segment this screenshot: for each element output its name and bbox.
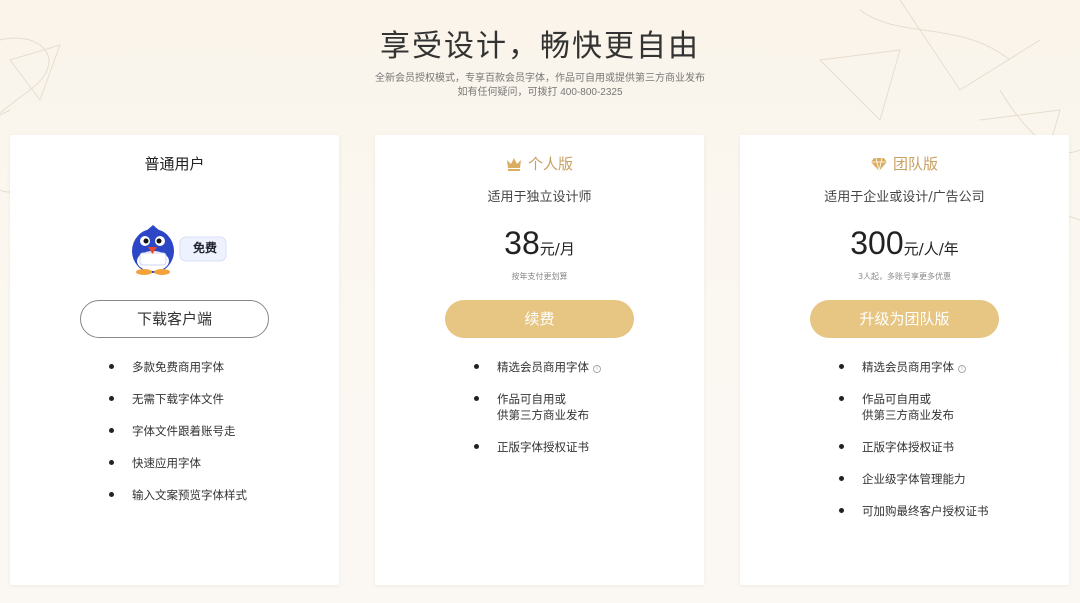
list-item: 精选会员商用字体 i <box>472 359 694 375</box>
plan-price: 38元/月 <box>375 225 704 262</box>
plan-title: 个人版 <box>375 154 704 174</box>
price-amount: 38 <box>504 225 540 261</box>
list-item: 可加购最终客户授权证书 <box>837 503 1059 519</box>
list-item: 企业级字体管理能力 <box>837 471 1059 487</box>
hero-subtitle-1: 全新会员授权模式，专享百款会员字体，作品可自用或提供第三方商业发布 <box>375 73 705 84</box>
list-item: 作品可自用或 供第三方商业发布 <box>837 391 1059 423</box>
list-item: 无需下载字体文件 <box>107 391 329 407</box>
feature-list: 多款免费商用字体 无需下载字体文件 字体文件跟着账号走 快速应用字体 输入文案预… <box>107 359 329 519</box>
hero-subtitle-2: 如有任何疑问，可拨打 400-800-2325 <box>457 87 623 98</box>
plan-card-personal: 个人版 适用于独立设计师 38元/月 按年支付更划算 续费 精选会员商用字体 i … <box>375 135 704 585</box>
list-item: 作品可自用或 供第三方商业发布 <box>472 391 694 423</box>
info-icon[interactable]: i <box>593 365 601 373</box>
price-amount: 300 <box>850 225 904 261</box>
list-item: 快速应用字体 <box>107 455 329 471</box>
plan-card-free: 普通用户 免费 下载客户端 多款免费商用字体 无需下载字体文件 字体文件跟着账号… <box>10 135 339 585</box>
plan-title: 普通用户 <box>144 155 205 173</box>
info-icon[interactable]: i <box>958 365 966 373</box>
crown-icon <box>506 158 521 171</box>
price-note: 按年支付更划算 <box>511 272 568 281</box>
price-unit: 元/人/年 <box>903 240 959 258</box>
diamond-icon <box>870 157 887 171</box>
upgrade-team-button[interactable]: 升级为团队版 <box>810 300 999 338</box>
price-note: 3人起，多账号享更多优惠 <box>857 272 952 281</box>
plan-description: 适用于独立设计师 <box>487 190 592 205</box>
list-item: 字体文件跟着账号走 <box>107 423 329 439</box>
page-title: 享受设计，畅快更自由 <box>380 29 700 64</box>
hero: 享受设计，畅快更自由 全新会员授权模式，专享百款会员字体，作品可自用或提供第三方… <box>0 28 1080 100</box>
free-badge: 免费 <box>192 241 217 255</box>
list-item: 精选会员商用字体 i <box>837 359 1059 375</box>
list-item: 多款免费商用字体 <box>107 359 329 375</box>
plan-price: 300元/人/年 <box>740 225 1069 262</box>
list-item: 正版字体授权证书 <box>472 439 694 455</box>
plan-description: 适用于企业或设计/广告公司 <box>824 190 985 205</box>
list-item: 输入文案预览字体样式 <box>107 487 329 503</box>
plan-card-team: 团队版 适用于企业或设计/广告公司 300元/人/年 3人起，多账号享更多优惠 … <box>740 135 1069 585</box>
renew-button[interactable]: 续费 <box>445 300 634 338</box>
list-item: 正版字体授权证书 <box>837 439 1059 455</box>
feature-list: 精选会员商用字体 i 作品可自用或 供第三方商业发布 正版字体授权证书 企业级字体管… <box>837 359 1059 535</box>
feature-list: 精选会员商用字体 i 作品可自用或 供第三方商业发布 正版字体授权证书 <box>472 359 694 471</box>
price-unit: 元/月 <box>539 240 575 258</box>
plan-title: 团队版 <box>740 154 1069 174</box>
download-client-button[interactable]: 下载客户端 <box>80 300 269 338</box>
